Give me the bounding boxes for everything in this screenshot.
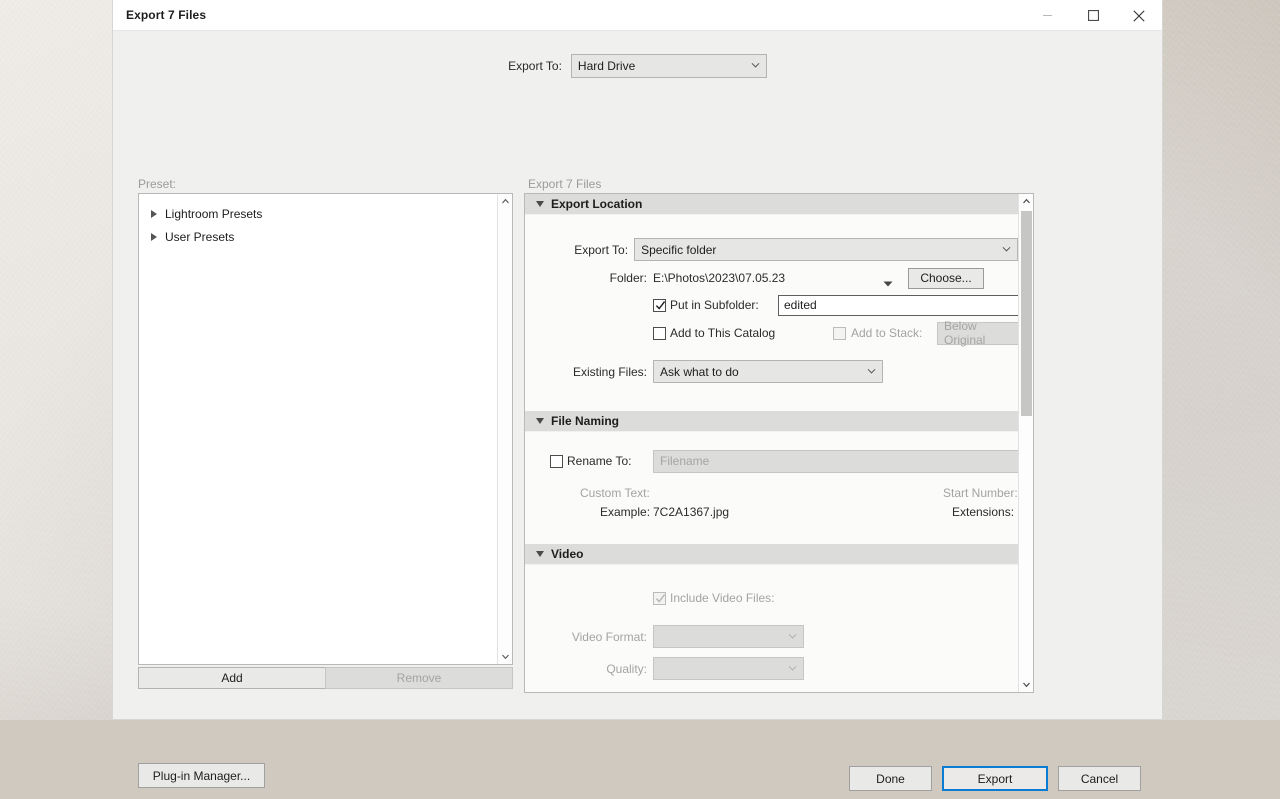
close-icon [1133, 10, 1145, 22]
add-to-stack-value: Below Original [944, 319, 1012, 347]
window-title: Export 7 Files [113, 8, 206, 22]
checkmark-icon [655, 593, 666, 604]
settings-scroll-area: Export Location Export To: Specific fold… [525, 194, 1018, 692]
export-to-select[interactable]: Hard Drive [571, 54, 767, 78]
rename-to-checkbox[interactable] [550, 455, 563, 468]
location-export-to-label: Export To: [574, 243, 628, 257]
chevron-down-icon [1002, 244, 1011, 253]
put-in-subfolder-label: Put in Subfolder: [670, 298, 759, 312]
add-preset-button[interactable]: Add [138, 667, 326, 689]
add-to-catalog-label: Add to This Catalog [670, 326, 775, 340]
preset-label: Preset: [138, 177, 176, 191]
preset-tree-item-label: Lightroom Presets [165, 207, 262, 221]
settings-scrollbar-thumb[interactable] [1021, 211, 1032, 416]
add-to-stack-checkbox [833, 327, 846, 340]
example-label: Example: [600, 505, 650, 519]
minimize-button[interactable] [1024, 0, 1070, 31]
custom-text-label: Custom Text: [580, 486, 650, 500]
folder-value: E:\Photos\2023\07.05.23 [653, 271, 785, 285]
video-format-select [653, 625, 804, 648]
export-to-label: Export To: [508, 59, 562, 73]
preset-tree-item-lightroom[interactable]: Lightroom Presets [139, 202, 497, 225]
settings-scrollbar[interactable] [1018, 194, 1033, 692]
chevron-down-icon [751, 60, 760, 69]
preset-tree: Lightroom Presets User Presets [139, 194, 497, 664]
folder-history-dropdown[interactable] [883, 275, 893, 293]
chevron-down-icon [501, 652, 510, 661]
maximize-button[interactable] [1070, 0, 1116, 31]
plugin-manager-button[interactable]: Plug-in Manager... [138, 763, 265, 788]
add-to-catalog-checkbox[interactable] [653, 327, 666, 340]
subfolder-name-input[interactable]: edited [778, 295, 1018, 316]
preset-tree-item-label: User Presets [165, 230, 234, 244]
export-destination-row: Export To: Hard Drive [113, 31, 1162, 89]
section-title: Video [551, 547, 583, 561]
preset-panel: Lightroom Presets User Presets [138, 193, 513, 665]
triangle-right-icon [151, 233, 157, 241]
dialog-body: Preset: Export 7 Files Lightroom Presets… [113, 89, 1162, 719]
maximize-icon [1088, 10, 1099, 21]
existing-files-label: Existing Files: [573, 365, 647, 379]
settings-scroll-up-button[interactable] [1019, 194, 1034, 209]
put-in-subfolder-checkbox[interactable] [653, 299, 666, 312]
checkmark-icon [655, 300, 666, 311]
example-value: 7C2A1367.jpg [653, 505, 729, 519]
settings-scroll-down-button[interactable] [1019, 677, 1034, 692]
rename-to-label: Rename To: [567, 454, 631, 468]
section-header-video[interactable]: Video [525, 544, 1018, 565]
preset-scrollbar[interactable] [497, 194, 512, 664]
scroll-down-button[interactable] [498, 649, 513, 664]
location-export-to-select[interactable]: Specific folder [634, 238, 1018, 261]
start-number-label: Start Number: [943, 486, 1018, 500]
scroll-up-button[interactable] [498, 194, 513, 209]
dialog-footer: Plug-in Manager... Done Export Cancel [113, 749, 1162, 799]
triangle-down-icon [883, 280, 893, 288]
quality-select [653, 657, 804, 680]
location-export-to-value: Specific folder [641, 243, 716, 257]
remove-preset-button: Remove [325, 667, 513, 689]
add-to-stack-select: Below Original [937, 322, 1018, 345]
export-dialog: Export 7 Files Export To: [112, 0, 1163, 720]
export-to-value: Hard Drive [578, 59, 635, 73]
existing-files-value: Ask what to do [660, 365, 739, 379]
triangle-down-icon [536, 418, 544, 424]
chevron-down-icon [788, 663, 797, 672]
right-panel-label: Export 7 Files [528, 177, 601, 191]
video-format-label: Video Format: [572, 630, 647, 644]
chevron-up-icon [501, 197, 510, 206]
triangle-down-icon [536, 551, 544, 557]
triangle-down-icon [536, 201, 544, 207]
rename-to-value: Filename [660, 454, 709, 468]
add-to-stack-label: Add to Stack: [851, 326, 922, 340]
chevron-down-icon [1022, 680, 1031, 689]
title-bar: Export 7 Files [113, 0, 1162, 31]
chevron-down-icon [867, 366, 876, 375]
section-title: File Naming [551, 414, 619, 428]
close-button[interactable] [1116, 0, 1162, 31]
existing-files-select[interactable]: Ask what to do [653, 360, 883, 383]
section-header-file-naming[interactable]: File Naming [525, 411, 1018, 432]
include-video-checkbox [653, 592, 666, 605]
folder-label: Folder: [610, 271, 647, 285]
minimize-icon [1042, 10, 1053, 21]
window-controls [1024, 0, 1162, 31]
cancel-button[interactable]: Cancel [1058, 766, 1141, 791]
include-video-label: Include Video Files: [670, 591, 775, 605]
section-header-export-location[interactable]: Export Location [525, 194, 1018, 215]
preset-tree-item-user[interactable]: User Presets [139, 225, 497, 248]
quality-label: Quality: [606, 662, 647, 676]
preset-buttons: Add Remove [138, 667, 513, 689]
export-button[interactable]: Export [942, 766, 1048, 791]
triangle-right-icon [151, 210, 157, 218]
done-button[interactable]: Done [849, 766, 932, 791]
extensions-label: Extensions: [952, 505, 1014, 519]
settings-panel: Export Location Export To: Specific fold… [524, 193, 1034, 693]
rename-to-select: Filename [653, 450, 1018, 473]
chevron-down-icon [788, 631, 797, 640]
choose-folder-button[interactable]: Choose... [908, 268, 984, 289]
section-title: Export Location [551, 197, 642, 211]
chevron-up-icon [1022, 197, 1031, 206]
